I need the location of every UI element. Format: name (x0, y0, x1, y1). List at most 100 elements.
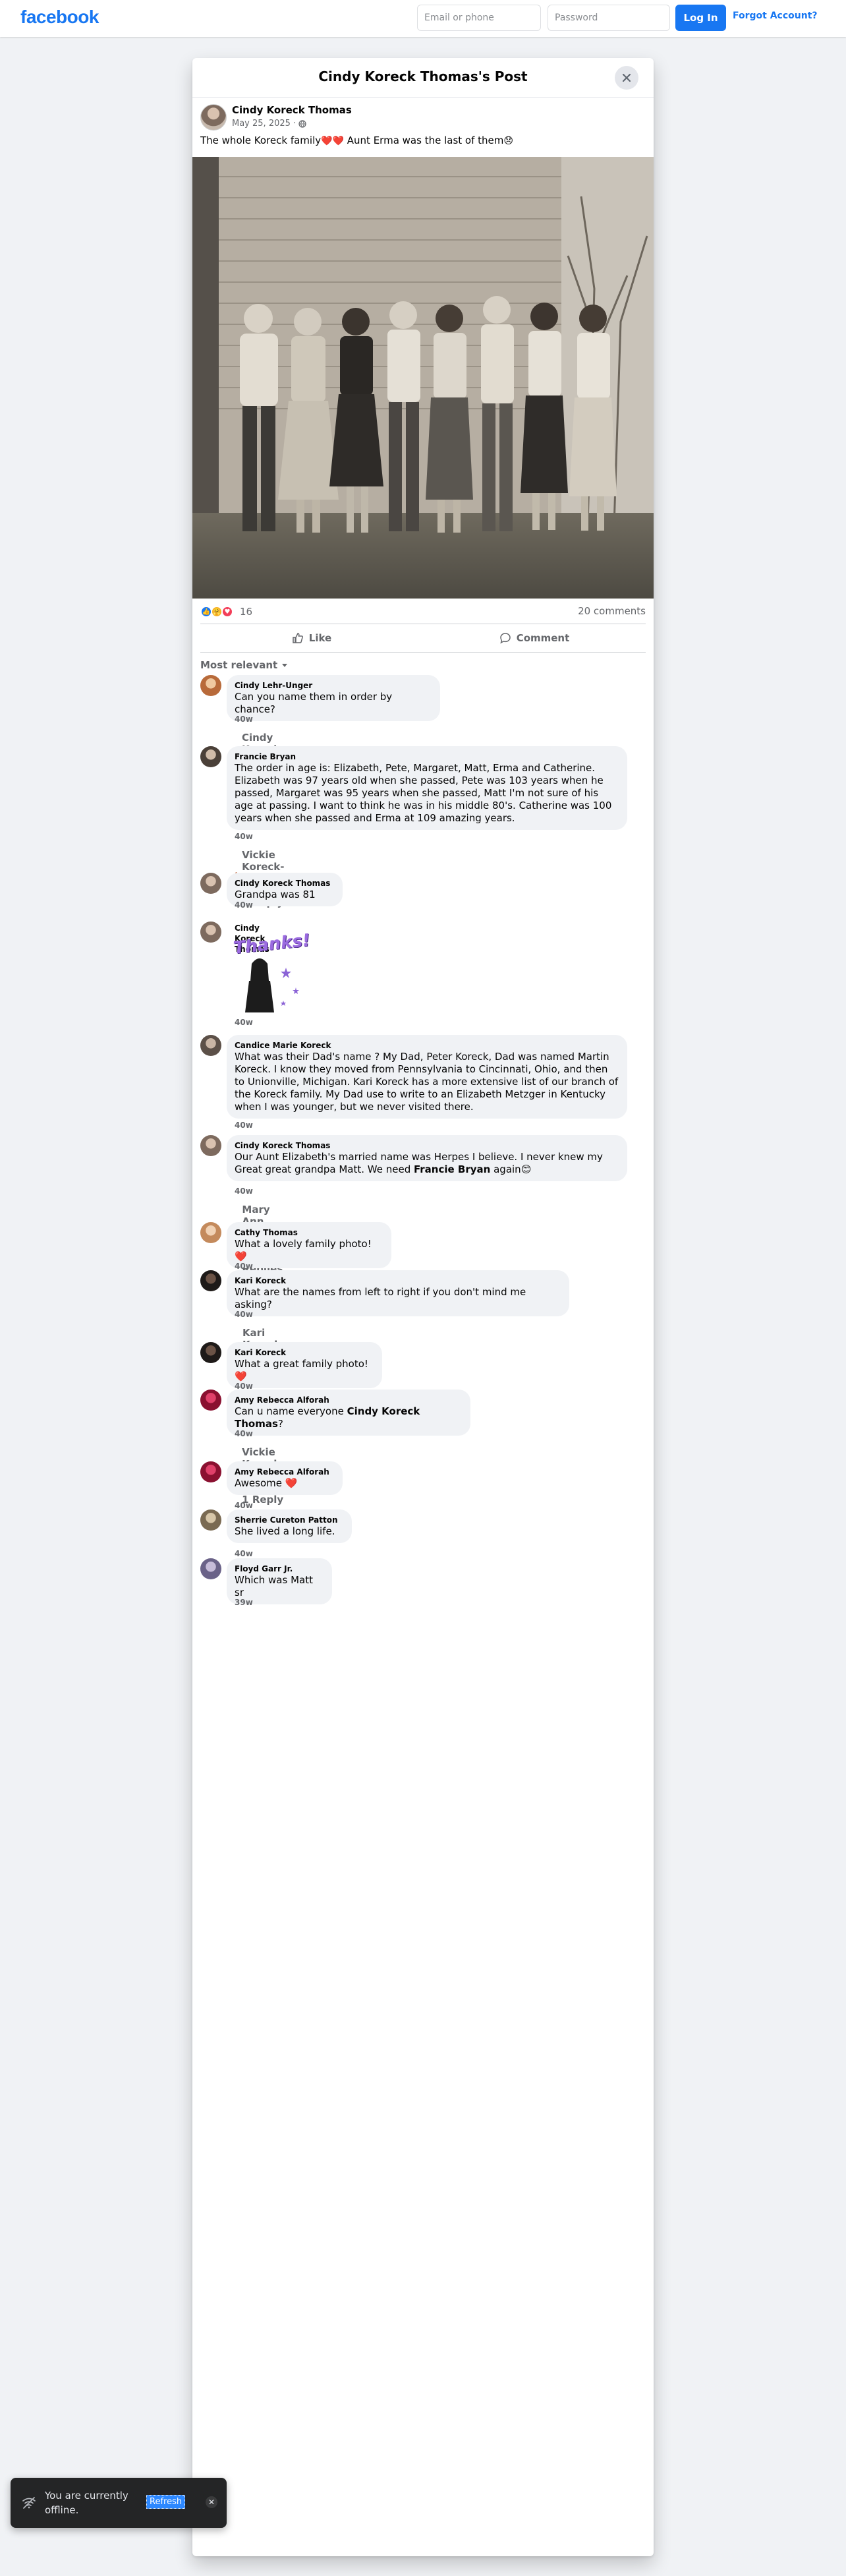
comment-button[interactable]: Comment (423, 624, 646, 652)
commenter-name[interactable]: Amy Rebecca Alforah (235, 1467, 335, 1477)
comment-time[interactable]: 40w (235, 900, 253, 910)
comment-time[interactable]: 40w (235, 1121, 253, 1130)
commenter-name[interactable]: Francie Bryan (235, 751, 619, 762)
comment-time[interactable]: 40w (235, 715, 253, 724)
post-text-body: The whole Koreck family (200, 134, 322, 146)
comments-count[interactable]: 20 comments (578, 605, 646, 617)
heart-emoji: ❤️❤️ (321, 136, 344, 146)
commenter-name[interactable]: Cindy Koreck Thomas (235, 878, 335, 889)
post-date[interactable]: May 25, 2025 (232, 119, 291, 129)
commenter-name[interactable]: Amy Rebecca Alforah (235, 1395, 463, 1405)
avatar[interactable] (200, 1509, 221, 1531)
avatar[interactable] (200, 922, 221, 943)
comment-text: Grandpa was 81 (235, 889, 316, 900)
comment-text: What a lovely family photo! ❤️ (235, 1238, 383, 1263)
comment-text-tail: again (494, 1163, 521, 1175)
dialog-header: Cindy Koreck Thomas's Post (192, 58, 654, 98)
comment-time[interactable]: 40w (235, 1429, 253, 1438)
comment-text: What are the names from left to right if… (235, 1286, 526, 1310)
comment-time[interactable]: 40w (235, 1310, 253, 1319)
author-avatar[interactable] (200, 104, 227, 131)
post-author-name[interactable]: Cindy Koreck Thomas (232, 104, 352, 116)
comment-label: Comment (516, 632, 570, 644)
comment-text: Awesome ❤️ (235, 1477, 335, 1490)
action-bar: Like Comment (200, 624, 646, 653)
comment-text-tail: ? (277, 1418, 283, 1430)
commenter-name[interactable]: Kari Koreck (235, 1275, 561, 1286)
like-label: Like (308, 632, 332, 644)
refresh-button[interactable]: Refresh (146, 2495, 186, 2509)
avatar[interactable] (200, 1270, 221, 1291)
commenter-name[interactable]: Floyd Garr Jr. (235, 1564, 324, 1574)
mention-link[interactable]: Francie Bryan (414, 1163, 490, 1175)
thumbs-up-icon (293, 633, 303, 643)
heart-emoji: ❤️ (235, 1370, 247, 1382)
comment-bubble: Francie Bryan The order in age is: Eliza… (227, 746, 627, 830)
globe-icon (298, 119, 306, 128)
login-button[interactable]: Log In (675, 5, 726, 31)
forgot-account-link[interactable]: Forgot Account? (733, 11, 818, 21)
wifi-off-icon (22, 2497, 36, 2509)
close-icon: ✕ (208, 2498, 215, 2507)
toast-message: You are currently offline. (45, 2490, 128, 2516)
post-meta: May 25, 2025 · (232, 119, 306, 129)
commenter-name[interactable]: Cindy Lehr-Unger (235, 680, 432, 691)
comment-text: What a great family photo! ❤️ (235, 1358, 374, 1383)
avatar[interactable] (200, 1390, 221, 1411)
avatar[interactable] (200, 1222, 221, 1243)
smile-emoji: 😊 (521, 1163, 532, 1175)
commenter-name[interactable]: Cindy Koreck Thomas (235, 1140, 619, 1151)
avatar[interactable] (200, 1461, 221, 1482)
comment-text: Which was Matt sr (235, 1574, 313, 1598)
like-button[interactable]: Like (200, 624, 423, 652)
top-bar: facebook Log In Forgot Account? (0, 0, 846, 37)
offline-toast: You are currently offline. Refresh ✕ (11, 2478, 227, 2528)
avatar[interactable] (200, 1342, 221, 1363)
avatar[interactable] (200, 1035, 221, 1056)
comment-text: What was their Dad's name ? My Dad, Pete… (235, 1051, 619, 1113)
love-reaction-icon: ♥ (221, 606, 233, 618)
comment-time[interactable]: 40w (235, 1501, 253, 1510)
comment-bubble: Amy Rebecca Alforah Can u name everyone … (227, 1390, 470, 1436)
comment-time[interactable]: 39w (235, 1598, 253, 1607)
comment-text: The order in age is: Elizabeth, Pete, Ma… (235, 762, 612, 824)
comment-text-body: What a lovely family photo! (235, 1238, 372, 1250)
toast-close-button[interactable]: ✕ (206, 2496, 217, 2508)
comment-bubble: Cindy Koreck Thomas Our Aunt Elizabeth's… (227, 1135, 627, 1181)
heart-emoji: ❤️ (235, 1250, 247, 1262)
comment-time[interactable]: 40w (235, 832, 253, 841)
comment-icon (499, 633, 511, 644)
commenter-name[interactable]: Sherrie Cureton Patton (235, 1515, 344, 1525)
comment-time[interactable]: 40w (235, 1549, 253, 1558)
avatar[interactable] (200, 746, 221, 767)
close-button[interactable] (615, 66, 638, 90)
comment-text: Can you name them in order by chance? (235, 691, 393, 715)
comment-bubble: Sherrie Cureton Patton She lived a long … (227, 1509, 352, 1543)
avatar[interactable] (200, 675, 221, 696)
avatar[interactable] (200, 873, 221, 894)
commenter-name[interactable]: Kari Koreck (235, 1347, 374, 1358)
reaction-summary[interactable]: 👍 🤗 ♥ 16 (200, 605, 252, 618)
password-field[interactable] (548, 5, 670, 31)
sort-label: Most relevant (200, 659, 278, 671)
comment-time[interactable]: 40w (235, 1186, 253, 1196)
email-field[interactable] (417, 5, 541, 31)
caret-down-icon (282, 664, 288, 667)
commenter-name[interactable]: Candice Marie Koreck (235, 1040, 619, 1051)
comment-bubble: Candice Marie Koreck What was their Dad'… (227, 1035, 627, 1119)
post-photo[interactable] (192, 157, 654, 599)
comment-text-body: Awesome (235, 1477, 282, 1489)
sad-emoji: 😞 (503, 136, 513, 146)
avatar[interactable] (200, 1558, 221, 1579)
commenter-name[interactable]: Cathy Thomas (235, 1227, 383, 1238)
comment-time[interactable]: 40w (235, 1262, 253, 1271)
comment-bubble: Amy Rebecca Alforah Awesome ❤️ (227, 1461, 343, 1495)
avatar[interactable] (200, 1135, 221, 1156)
dialog-title: Cindy Koreck Thomas's Post (318, 69, 528, 84)
facebook-logo[interactable]: facebook (20, 7, 99, 28)
thanks-sticker: Thanks! (233, 931, 311, 1014)
post-text: The whole Koreck family❤️❤️ Aunt Erma wa… (200, 134, 513, 146)
family-photo-image (192, 157, 654, 599)
sort-dropdown[interactable]: Most relevant (200, 659, 288, 671)
comment-time[interactable]: 40w (235, 1018, 253, 1027)
